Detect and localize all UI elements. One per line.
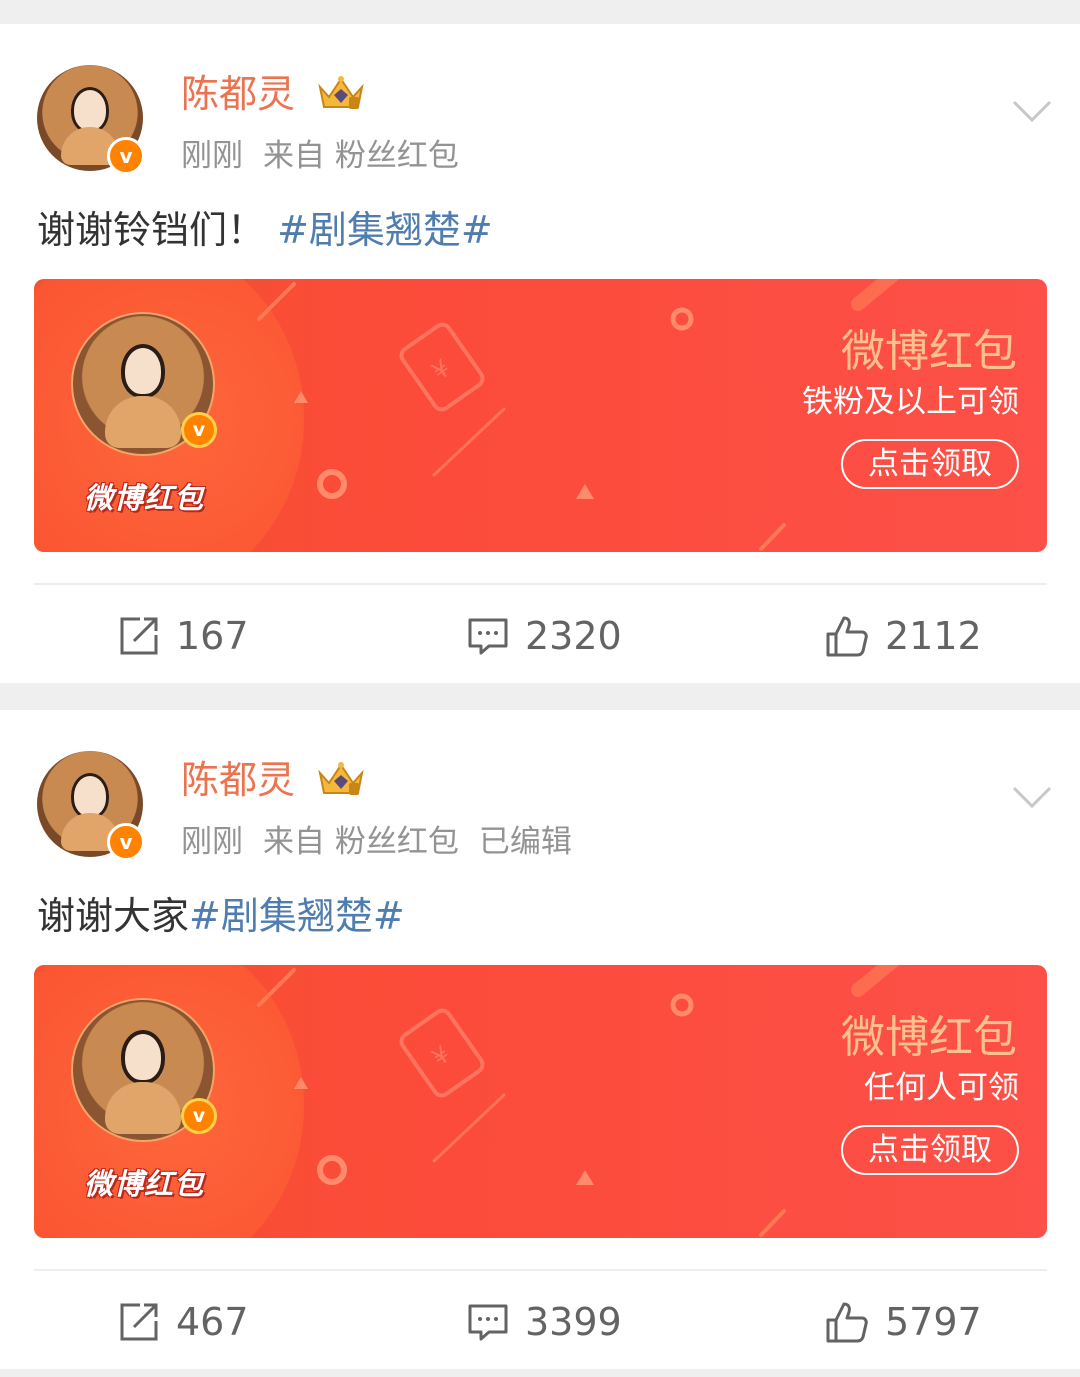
verified-badge-icon: v (181, 412, 217, 448)
feed-post: v 陈都灵 刚刚 来自 粉丝红包 已编辑 谢谢大家#剧集翘楚# ¥ v 微博红包… (0, 710, 1080, 1369)
repost-button[interactable]: 467 (118, 1296, 249, 1348)
post-source: 来自 粉丝红包 (263, 824, 459, 860)
post-time: 刚刚 (181, 824, 243, 860)
hongbao-card[interactable]: ¥ v 微博红包 微博红包 铁粉及以上可领 点击领取 (34, 279, 1047, 552)
post-time: 刚刚 (181, 138, 243, 174)
svg-text:¥: ¥ (427, 1040, 456, 1072)
verified-badge-icon: v (107, 823, 145, 861)
avatar-face (121, 1030, 165, 1084)
post-text-body: 谢谢铃铛们！ (37, 208, 278, 252)
comment-count: 2320 (525, 614, 622, 658)
verified-badge-icon: v (107, 137, 145, 175)
repost-icon (120, 617, 158, 655)
comment-icon (468, 618, 508, 655)
like-count: 2112 (885, 614, 982, 658)
claim-button[interactable]: 点击领取 (841, 1125, 1019, 1175)
hongbao-title: 微博红包 (841, 1012, 1017, 1063)
crown-icon (318, 762, 364, 795)
like-icon (826, 616, 868, 657)
chevron-down-icon[interactable] (1012, 98, 1052, 124)
username[interactable]: 陈都灵 (181, 72, 295, 116)
hongbao-eligibility: 铁粉及以上可领 (802, 384, 1019, 420)
post-text-body: 谢谢大家 (37, 894, 190, 938)
post-text: 谢谢大家#剧集翘楚# (37, 890, 405, 942)
avatar-body (105, 396, 181, 448)
post-source: 来自 粉丝红包 (263, 138, 459, 174)
comment-icon (468, 1304, 508, 1341)
hongbao-card[interactable]: ¥ v 微博红包 微博红包 任何人可领 点击领取 (34, 965, 1047, 1238)
feed-post: v 陈都灵 刚刚 来自 粉丝红包 谢谢铃铛们！ #剧集翘楚# ¥ v 微博红包 … (0, 24, 1080, 683)
like-button[interactable]: 2112 (825, 610, 982, 662)
svg-text:¥: ¥ (427, 354, 456, 386)
post-meta: 刚刚 来自 粉丝红包 (181, 136, 479, 176)
divider (34, 1269, 1047, 1271)
topic-link[interactable]: #剧集翘楚# (189, 894, 405, 938)
edited-label[interactable]: 已编辑 (479, 824, 572, 860)
repost-count: 467 (176, 1300, 249, 1344)
repost-button[interactable]: 167 (118, 610, 249, 662)
like-icon (826, 1302, 868, 1343)
verified-badge-icon: v (181, 1098, 217, 1134)
hongbao-avatar: v (71, 998, 217, 1142)
avatar[interactable]: v (37, 751, 145, 861)
comment-button[interactable]: 2320 (467, 610, 622, 662)
avatar-body (105, 1082, 181, 1134)
claim-button[interactable]: 点击领取 (841, 439, 1019, 489)
hongbao-eligibility: 任何人可领 (864, 1070, 1019, 1106)
avatar-face (121, 344, 165, 398)
username[interactable]: 陈都灵 (181, 758, 295, 802)
repost-icon (120, 1303, 158, 1341)
like-button[interactable]: 5797 (825, 1296, 982, 1348)
post-meta: 刚刚 来自 粉丝红包 已编辑 (181, 822, 592, 862)
divider (34, 583, 1047, 585)
avatar[interactable]: v (37, 65, 145, 175)
hongbao-logo: 微博红包 (83, 1167, 204, 1201)
topic-link[interactable]: #剧集翘楚# (277, 208, 493, 252)
hongbao-title: 微博红包 (841, 326, 1017, 377)
post-text: 谢谢铃铛们！ #剧集翘楚# (37, 204, 493, 256)
comment-button[interactable]: 3399 (467, 1296, 622, 1348)
like-count: 5797 (885, 1300, 982, 1344)
hongbao-logo: 微博红包 (83, 481, 204, 515)
hongbao-avatar: v (71, 312, 217, 456)
chevron-down-icon[interactable] (1012, 784, 1052, 810)
repost-count: 167 (176, 614, 249, 658)
comment-count: 3399 (525, 1300, 622, 1344)
crown-icon (318, 76, 364, 109)
